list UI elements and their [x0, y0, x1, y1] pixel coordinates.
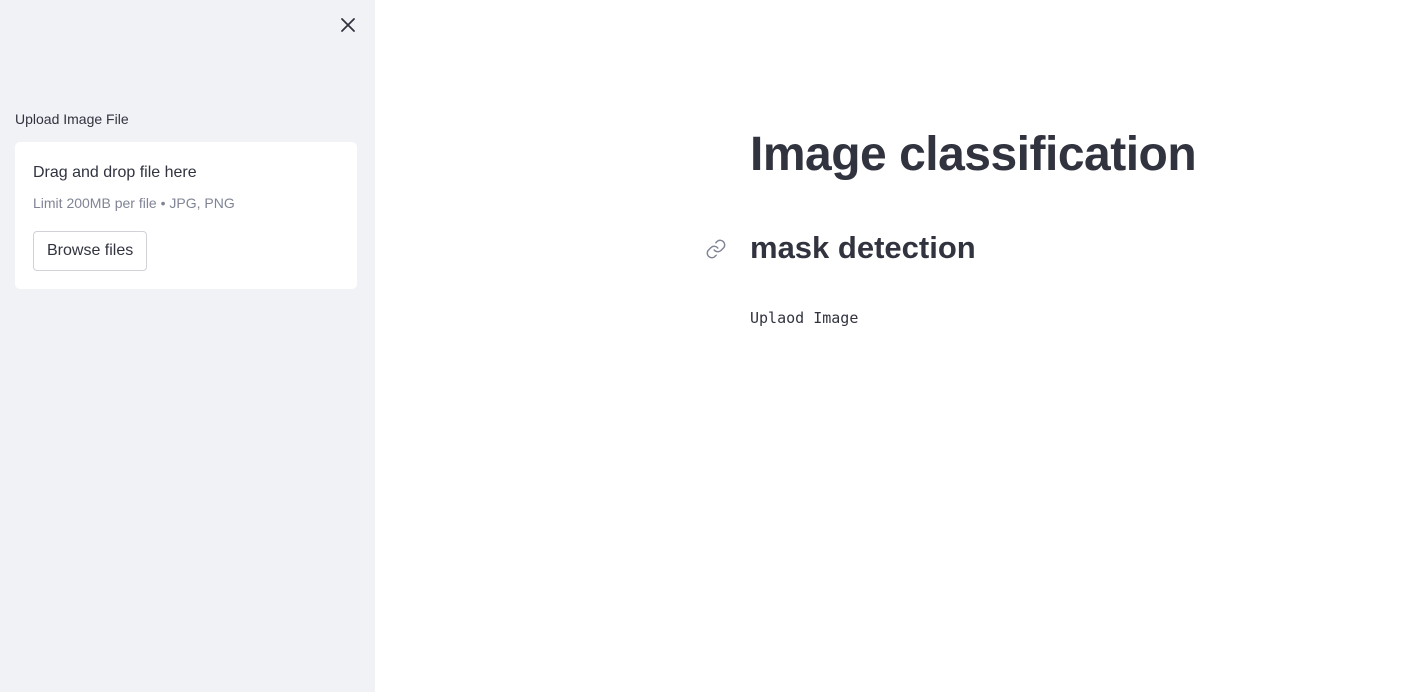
sidebar: Upload Image File Drag and drop file her… [0, 0, 375, 692]
subheader-anchor-link[interactable] [705, 238, 727, 260]
app: Upload Image File Drag and drop file her… [0, 0, 1422, 692]
main-content: Image classification mask detection Upla… [375, 0, 1422, 692]
page-title: Image classification [750, 128, 1197, 181]
uploader-label: Upload Image File [15, 111, 129, 127]
close-icon [341, 18, 355, 32]
dropzone-limit-text: Limit 200MB per file • JPG, PNG [33, 195, 235, 211]
dropzone-instructions: Drag and drop file here [33, 164, 197, 181]
browse-files-button[interactable]: Browse files [33, 231, 148, 271]
monospace-text: Uplaod Image [750, 309, 859, 327]
close-sidebar-button[interactable] [336, 13, 360, 37]
subheader: mask detection [750, 230, 976, 265]
file-dropzone[interactable]: Drag and drop file here Limit 200MB per … [15, 142, 357, 289]
link-icon [706, 239, 726, 259]
